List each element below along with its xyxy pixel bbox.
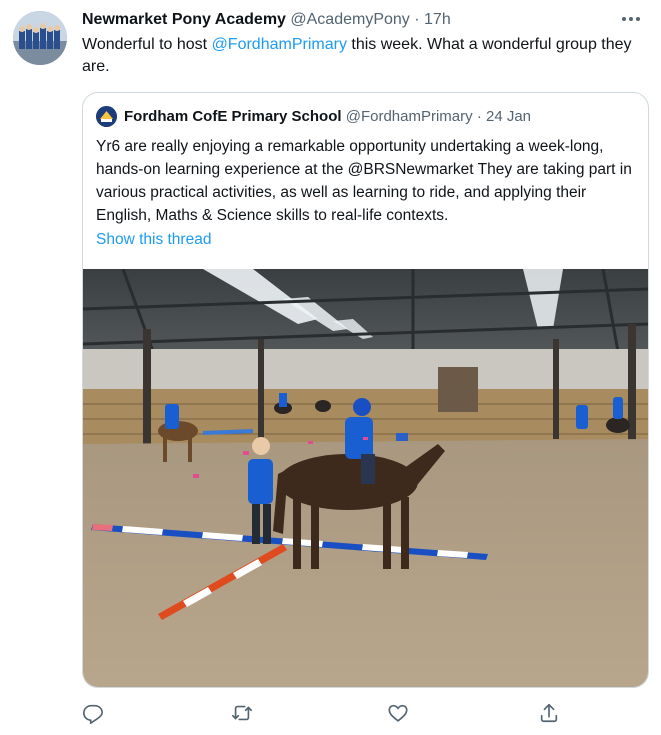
mention-link[interactable]: @FordhamPrimary (212, 36, 347, 53)
quoted-tweet-text: Yr6 are really enjoying a remarkable opp… (96, 138, 632, 224)
quoted-author-handle: @FordhamPrimary (345, 107, 473, 125)
retweet-icon[interactable] (231, 702, 253, 724)
header-separator: · (414, 11, 420, 28)
like-icon[interactable] (387, 702, 409, 724)
quoted-tweet-header: Fordham CofE Primary School @FordhamPrim… (96, 106, 531, 127)
tweet-text-before: Wonderful to host (82, 36, 212, 53)
more-options-icon[interactable] (622, 12, 644, 26)
author-avatar[interactable] (13, 11, 67, 65)
author-name[interactable]: Newmarket Pony Academy (82, 11, 286, 28)
tweet-text: Wonderful to host @FordhamPrimary this w… (82, 34, 642, 78)
quoted-author-avatar (96, 106, 117, 127)
reply-icon[interactable] (82, 702, 104, 724)
tweet-header: Newmarket Pony Academy @AcademyPony · 17… (82, 10, 451, 30)
quoted-author-name: Fordham CofE Primary School (124, 107, 342, 125)
quoted-separator: · (476, 107, 482, 125)
arena-photo[interactable] (83, 269, 648, 687)
quoted-date: 24 Jan (485, 107, 532, 125)
tweet[interactable]: Newmarket Pony Academy @AcademyPony · 17… (0, 0, 661, 735)
tweet-time[interactable]: 17h (424, 11, 451, 28)
quoted-tweet[interactable]: Fordham CofE Primary School @FordhamPrim… (82, 92, 649, 688)
tweet-actions (82, 702, 562, 730)
share-icon[interactable] (538, 702, 560, 724)
show-thread-link[interactable]: Show this thread (96, 231, 211, 249)
author-handle[interactable]: @AcademyPony (290, 11, 409, 28)
